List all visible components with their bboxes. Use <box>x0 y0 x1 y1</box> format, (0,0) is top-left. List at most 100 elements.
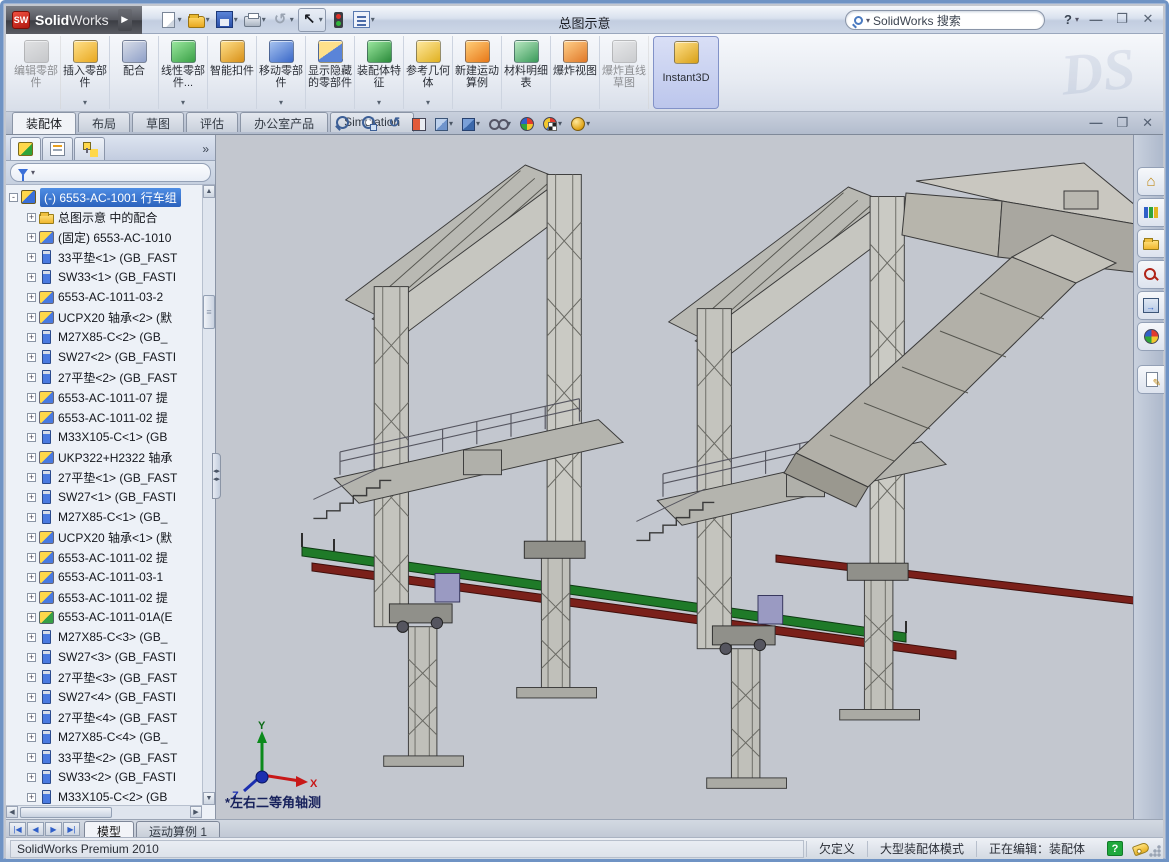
taskpane-view-palette-button[interactable] <box>1137 291 1164 320</box>
taskpane-appearances-scenes-button[interactable] <box>1137 322 1164 351</box>
assembly-features-dropdown-icon[interactable]: ▾ <box>377 98 381 107</box>
tab-布局[interactable]: 布局 <box>78 112 130 132</box>
doc-minimize-button[interactable]: — <box>1089 115 1102 131</box>
expand-toggle[interactable]: + <box>27 233 36 242</box>
expand-toggle[interactable]: + <box>27 673 36 682</box>
expand-toggle[interactable]: + <box>27 393 36 402</box>
tab-办公室产品[interactable]: 办公室产品 <box>240 112 328 132</box>
tree-item[interactable]: +M33X105-C<1> (GB <box>6 427 202 447</box>
expand-toggle[interactable]: + <box>27 593 36 602</box>
undo-button[interactable]: ↺▾ <box>270 8 296 32</box>
tree-item[interactable]: +SW33<1> (GB_FASTI <box>6 267 202 287</box>
taskpane-design-library-button[interactable] <box>1137 198 1164 227</box>
select-dropdown-icon[interactable]: ▾ <box>319 15 323 24</box>
doc-restore-button[interactable]: ❐ <box>1116 115 1128 131</box>
move-component-button[interactable]: 移动零部件▾ <box>257 36 306 109</box>
tab-装配体[interactable]: 装配体 <box>12 112 76 134</box>
exploded-view-button[interactable]: 爆炸视图 <box>551 36 600 109</box>
tree-filter-input[interactable]: ▾ <box>10 163 211 182</box>
tree-item[interactable]: +6553-AC-1011-02 提 <box>6 547 202 567</box>
new-document-button[interactable]: ▾ <box>158 8 184 32</box>
prev-tab-button[interactable]: ◀ <box>27 822 44 836</box>
panel-more-chevron[interactable]: » <box>202 142 209 156</box>
tree-item[interactable]: +6553-AC-1011-03-2 <box>6 287 202 307</box>
search-dropdown-icon[interactable]: ▾ <box>866 16 870 25</box>
expand-toggle[interactable]: + <box>27 753 36 762</box>
tree-item[interactable]: +SW27<2> (GB_FASTI <box>6 347 202 367</box>
tree-item[interactable]: +SW27<4> (GB_FASTI <box>6 687 202 707</box>
print-document-dropdown-icon[interactable]: ▾ <box>262 15 266 24</box>
expand-toggle[interactable]: + <box>27 553 36 562</box>
expand-toggle[interactable]: + <box>27 253 36 262</box>
scroll-down-arrow[interactable]: ▼ <box>203 792 215 805</box>
tree-item[interactable]: +27平垫<1> (GB_FAST <box>6 467 202 487</box>
expand-toggle[interactable]: + <box>27 693 36 702</box>
tree-item[interactable]: +M27X85-C<3> (GB_ <box>6 627 202 647</box>
panel-splitter-handle[interactable]: ◂▸◂▸ <box>212 453 221 499</box>
reference-geometry-button[interactable]: 参考几何体▾ <box>404 36 453 109</box>
bill-of-materials-button[interactable]: 材料明细表 <box>502 36 551 109</box>
linear-component-pattern-button[interactable]: 线性零部件...▾ <box>159 36 208 109</box>
expand-toggle[interactable]: + <box>27 613 36 622</box>
previous-view-button[interactable]: ↺ <box>384 114 405 132</box>
tree-item[interactable]: +M27X85-C<4> (GB_ <box>6 727 202 747</box>
next-tab-button[interactable]: ▶ <box>45 822 62 836</box>
zoom-to-fit-button[interactable] <box>332 114 353 132</box>
expand-toggle[interactable]: + <box>27 433 36 442</box>
model-crane-left[interactable] <box>313 165 623 766</box>
view-settings-dropdown-icon[interactable]: ▾ <box>586 119 590 128</box>
minimize-button[interactable]: — <box>1087 12 1105 27</box>
expand-toggle[interactable]: + <box>27 513 36 522</box>
expand-toggle[interactable]: + <box>27 453 36 462</box>
expand-toggle[interactable]: - <box>9 193 18 202</box>
tree-item[interactable]: +27平垫<3> (GB_FAST <box>6 667 202 687</box>
close-button[interactable]: ✕ <box>1139 11 1157 27</box>
expand-toggle[interactable]: + <box>27 793 36 802</box>
options-dropdown-icon[interactable]: ▾ <box>371 15 375 24</box>
expand-toggle[interactable]: + <box>27 333 36 342</box>
undo-dropdown-icon[interactable]: ▾ <box>290 15 294 24</box>
select-button[interactable]: ↖▾ <box>298 8 326 32</box>
tree-item[interactable]: +33平垫<1> (GB_FAST <box>6 247 202 267</box>
tree-item[interactable]: +UCPX20 轴承<1> (默 <box>6 527 202 547</box>
move-component-dropdown-icon[interactable]: ▾ <box>279 98 283 107</box>
first-tab-button[interactable]: |◀ <box>9 822 26 836</box>
tree-item[interactable]: +M33X105-C<2> (GB <box>6 787 202 805</box>
tree-item[interactable]: +27平垫<4> (GB_FAST <box>6 707 202 727</box>
search-input[interactable]: ▾ SolidWorks 搜索 <box>845 10 1045 30</box>
mate-button[interactable]: 配合 <box>110 36 159 109</box>
tree-item[interactable]: +SW33<2> (GB_FASTI <box>6 767 202 787</box>
filter-dropdown-icon[interactable]: ▾ <box>31 168 35 177</box>
expand-toggle[interactable]: + <box>27 633 36 642</box>
tree-item[interactable]: +6553-AC-1011-01A(E <box>6 607 202 627</box>
expand-toggle[interactable]: + <box>27 273 36 282</box>
hide-show-items-button[interactable]: ▾ <box>487 114 513 132</box>
apply-scene-button[interactable]: ▾ <box>541 115 564 132</box>
tab-模型[interactable]: 模型 <box>84 821 134 837</box>
expand-toggle[interactable]: + <box>27 473 36 482</box>
scroll-right-arrow[interactable]: ▶ <box>190 806 202 818</box>
open-document-dropdown-icon[interactable]: ▾ <box>206 15 210 24</box>
expand-toggle[interactable]: + <box>27 413 36 422</box>
help-dropdown-icon[interactable]: ▾ <box>1075 15 1079 24</box>
scroll-up-arrow[interactable]: ▲ <box>203 185 215 198</box>
expand-toggle[interactable]: + <box>27 353 36 362</box>
scroll-left-arrow[interactable]: ◀ <box>6 806 18 818</box>
zoom-to-area-button[interactable] <box>358 114 379 132</box>
new-document-dropdown-icon[interactable]: ▾ <box>178 15 182 24</box>
model-crane-right[interactable] <box>636 187 946 788</box>
tree-item[interactable]: +6553-AC-1011-02 提 <box>6 407 202 427</box>
tree-item[interactable]: +33平垫<2> (GB_FAST <box>6 747 202 767</box>
horizontal-scroll-thumb[interactable] <box>20 807 112 818</box>
tree-item[interactable]: +6553-AC-1011-03-1 <box>6 567 202 587</box>
instant3d-button[interactable]: Instant3D <box>653 36 719 109</box>
show-hidden-components-button[interactable]: 显示隐藏的零部件 <box>306 36 355 109</box>
tab-草图[interactable]: 草图 <box>132 112 184 132</box>
save-document-button[interactable]: ▾ <box>214 8 240 32</box>
tree-item[interactable]: +6553-AC-1011-02 提 <box>6 587 202 607</box>
tags-icon[interactable] <box>1132 841 1150 856</box>
insert-component-button[interactable]: 插入零部件▾ <box>61 36 110 109</box>
tree-item[interactable]: +M27X85-C<1> (GB_ <box>6 507 202 527</box>
help-button[interactable]: ? <box>1064 12 1072 27</box>
expand-toggle[interactable]: + <box>27 493 36 502</box>
